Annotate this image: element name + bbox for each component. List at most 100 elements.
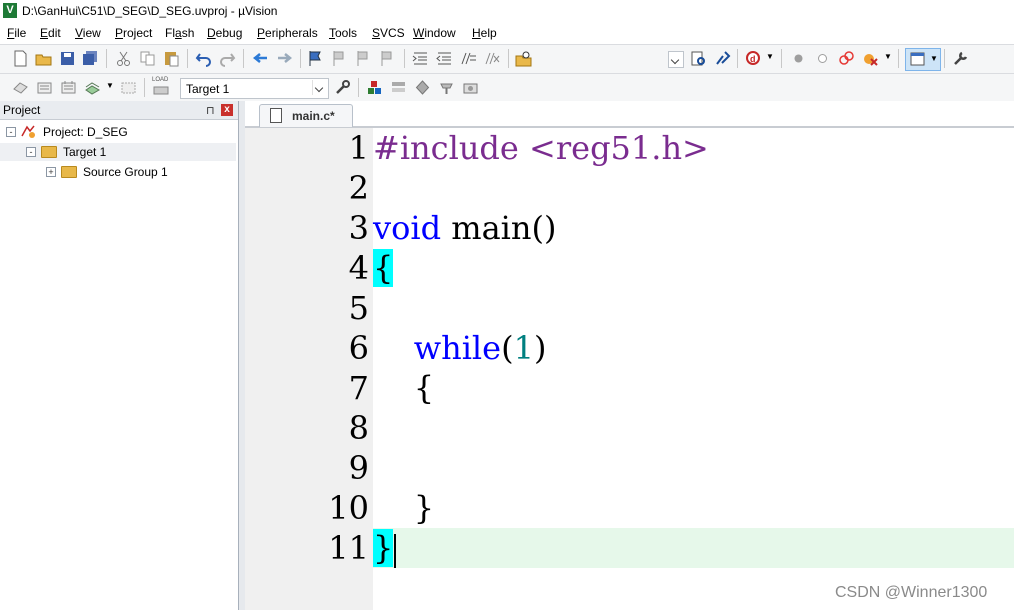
build-icon[interactable] bbox=[36, 79, 53, 96]
menu-help[interactable]: Help bbox=[472, 26, 497, 40]
configure-wrench-icon[interactable] bbox=[952, 50, 969, 67]
component-icon[interactable] bbox=[462, 79, 479, 96]
open-folder-icon[interactable] bbox=[35, 50, 52, 67]
menu-edit[interactable]: Edit bbox=[40, 26, 61, 40]
translate-icon[interactable] bbox=[12, 79, 29, 96]
options-for-target-icon[interactable] bbox=[334, 79, 351, 96]
menu-file[interactable]: File bbox=[7, 26, 26, 40]
breakpoint-dropdown-arrow[interactable]: ▼ bbox=[884, 52, 892, 61]
new-file-icon[interactable] bbox=[12, 50, 29, 67]
uncomment-icon[interactable] bbox=[484, 50, 501, 67]
code-line: 4 { bbox=[245, 248, 1014, 288]
line-number: 9 bbox=[348, 449, 369, 487]
code-line: 8 bbox=[245, 408, 1014, 448]
close-icon[interactable]: x bbox=[221, 104, 233, 116]
menu-peripherals[interactable]: Peripherals bbox=[257, 26, 318, 40]
target-select[interactable]: Target 1 bbox=[180, 78, 329, 99]
tab-main-c[interactable]: main.c* bbox=[259, 104, 353, 127]
select-packs-icon[interactable] bbox=[390, 79, 407, 96]
collapse-toggle[interactable]: - bbox=[6, 127, 16, 137]
save-all-icon[interactable] bbox=[82, 50, 99, 67]
batch-build-icon[interactable] bbox=[84, 79, 101, 96]
toolbar-separator bbox=[187, 49, 188, 68]
redo-icon[interactable] bbox=[219, 50, 236, 67]
tree-label-project: Project: D_SEG bbox=[43, 125, 128, 139]
rebuild-icon[interactable] bbox=[60, 79, 77, 96]
indent-icon[interactable] bbox=[412, 50, 429, 67]
tree-label-target: Target 1 bbox=[63, 145, 107, 159]
stop-build-icon[interactable] bbox=[120, 79, 137, 96]
target-select-value: Target 1 bbox=[186, 82, 230, 96]
code-line: 5 bbox=[245, 288, 1014, 328]
line-number: 6 bbox=[348, 329, 369, 367]
download-load-button[interactable]: LOAD bbox=[151, 77, 171, 97]
code-line: 6 while(1) bbox=[245, 328, 1014, 368]
menu-debug[interactable]: Debug bbox=[207, 26, 242, 40]
code-text: { bbox=[373, 248, 394, 288]
watermark: CSDN @Winner1300 bbox=[835, 584, 988, 601]
kill-breakpoints-icon[interactable] bbox=[862, 50, 879, 67]
next-bookmark-icon[interactable] bbox=[355, 50, 372, 67]
project-panel-header: Project ⊓ x bbox=[0, 101, 238, 120]
toolbar-separator bbox=[144, 78, 145, 97]
pack-installer-icon[interactable] bbox=[438, 79, 455, 96]
unindent-icon[interactable] bbox=[436, 50, 453, 67]
file-toolbar: d ▼ ▼ ▼ bbox=[0, 44, 1014, 73]
undo-icon[interactable] bbox=[195, 50, 212, 67]
menu-window[interactable]: Window bbox=[413, 26, 456, 40]
find-in-files-icon[interactable] bbox=[515, 50, 532, 67]
line-number: 5 bbox=[348, 289, 369, 327]
editor-tabstrip: main.c* bbox=[245, 101, 1014, 128]
nav-back-icon[interactable] bbox=[252, 50, 269, 67]
cut-icon[interactable] bbox=[115, 50, 132, 67]
line-number: 3 bbox=[348, 209, 369, 247]
menu-view[interactable]: View bbox=[75, 26, 101, 40]
code-editor[interactable]: 1 #include <reg51.h> 2 3 void main() 4 {… bbox=[245, 128, 1014, 610]
paste-icon[interactable] bbox=[163, 50, 180, 67]
code-line: 10 } bbox=[245, 488, 1014, 528]
save-icon[interactable] bbox=[59, 50, 76, 67]
pin-icon[interactable]: ⊓ bbox=[206, 104, 215, 117]
line-number: 8 bbox=[348, 409, 369, 447]
debug-session-icon[interactable]: d bbox=[745, 50, 762, 67]
expand-toggle[interactable]: + bbox=[46, 167, 56, 177]
insert-breakpoint-icon[interactable] bbox=[790, 50, 807, 67]
load-icon bbox=[153, 86, 169, 95]
disable-breakpoints-icon[interactable] bbox=[838, 50, 855, 67]
prev-bookmark-icon[interactable] bbox=[331, 50, 348, 67]
menu-tools[interactable]: Tools bbox=[329, 26, 357, 40]
tree-item-project[interactable]: - Project: D_SEG bbox=[0, 123, 236, 141]
matched-brace: { bbox=[373, 249, 394, 287]
batch-dropdown-arrow[interactable]: ▼ bbox=[106, 81, 114, 90]
comment-icon[interactable] bbox=[460, 50, 477, 67]
find-icon[interactable] bbox=[690, 50, 707, 67]
incremental-find-icon[interactable] bbox=[714, 50, 731, 67]
document-icon bbox=[270, 108, 282, 123]
collapse-toggle[interactable]: - bbox=[26, 147, 36, 157]
code-line: 11 } bbox=[245, 528, 1014, 568]
find-dropdown-arrow[interactable] bbox=[668, 51, 684, 68]
nav-forward-icon[interactable] bbox=[276, 50, 293, 67]
line-number: 2 bbox=[348, 169, 369, 207]
project-icon bbox=[21, 125, 35, 138]
line-number: 11 bbox=[328, 529, 369, 567]
menu-svcs[interactable]: SVCS bbox=[372, 26, 405, 40]
code-text: while(1) bbox=[373, 328, 547, 368]
clear-bookmarks-icon[interactable] bbox=[379, 50, 396, 67]
tree-item-target[interactable]: - Target 1 bbox=[0, 143, 236, 161]
manage-rte-icon[interactable] bbox=[414, 79, 431, 96]
menu-flash[interactable]: Flash bbox=[165, 26, 194, 40]
bookmark-icon[interactable] bbox=[307, 50, 324, 67]
project-panel: Project ⊓ x - Project: D_SEG - Target 1 … bbox=[0, 101, 239, 610]
code-line: 9 bbox=[245, 448, 1014, 488]
debug-dropdown-arrow[interactable]: ▼ bbox=[766, 52, 774, 61]
menu-project[interactable]: Project bbox=[115, 26, 152, 40]
tree-label-source-group: Source Group 1 bbox=[83, 165, 168, 179]
tree-item-source-group[interactable]: + Source Group 1 bbox=[0, 163, 236, 181]
enable-breakpoint-icon[interactable] bbox=[814, 50, 831, 67]
window-layout-button[interactable]: ▼ bbox=[905, 48, 941, 71]
manage-project-items-icon[interactable] bbox=[366, 79, 383, 96]
code-text: void main() bbox=[373, 208, 556, 248]
copy-icon[interactable] bbox=[139, 50, 156, 67]
toolbar-separator bbox=[508, 49, 509, 68]
